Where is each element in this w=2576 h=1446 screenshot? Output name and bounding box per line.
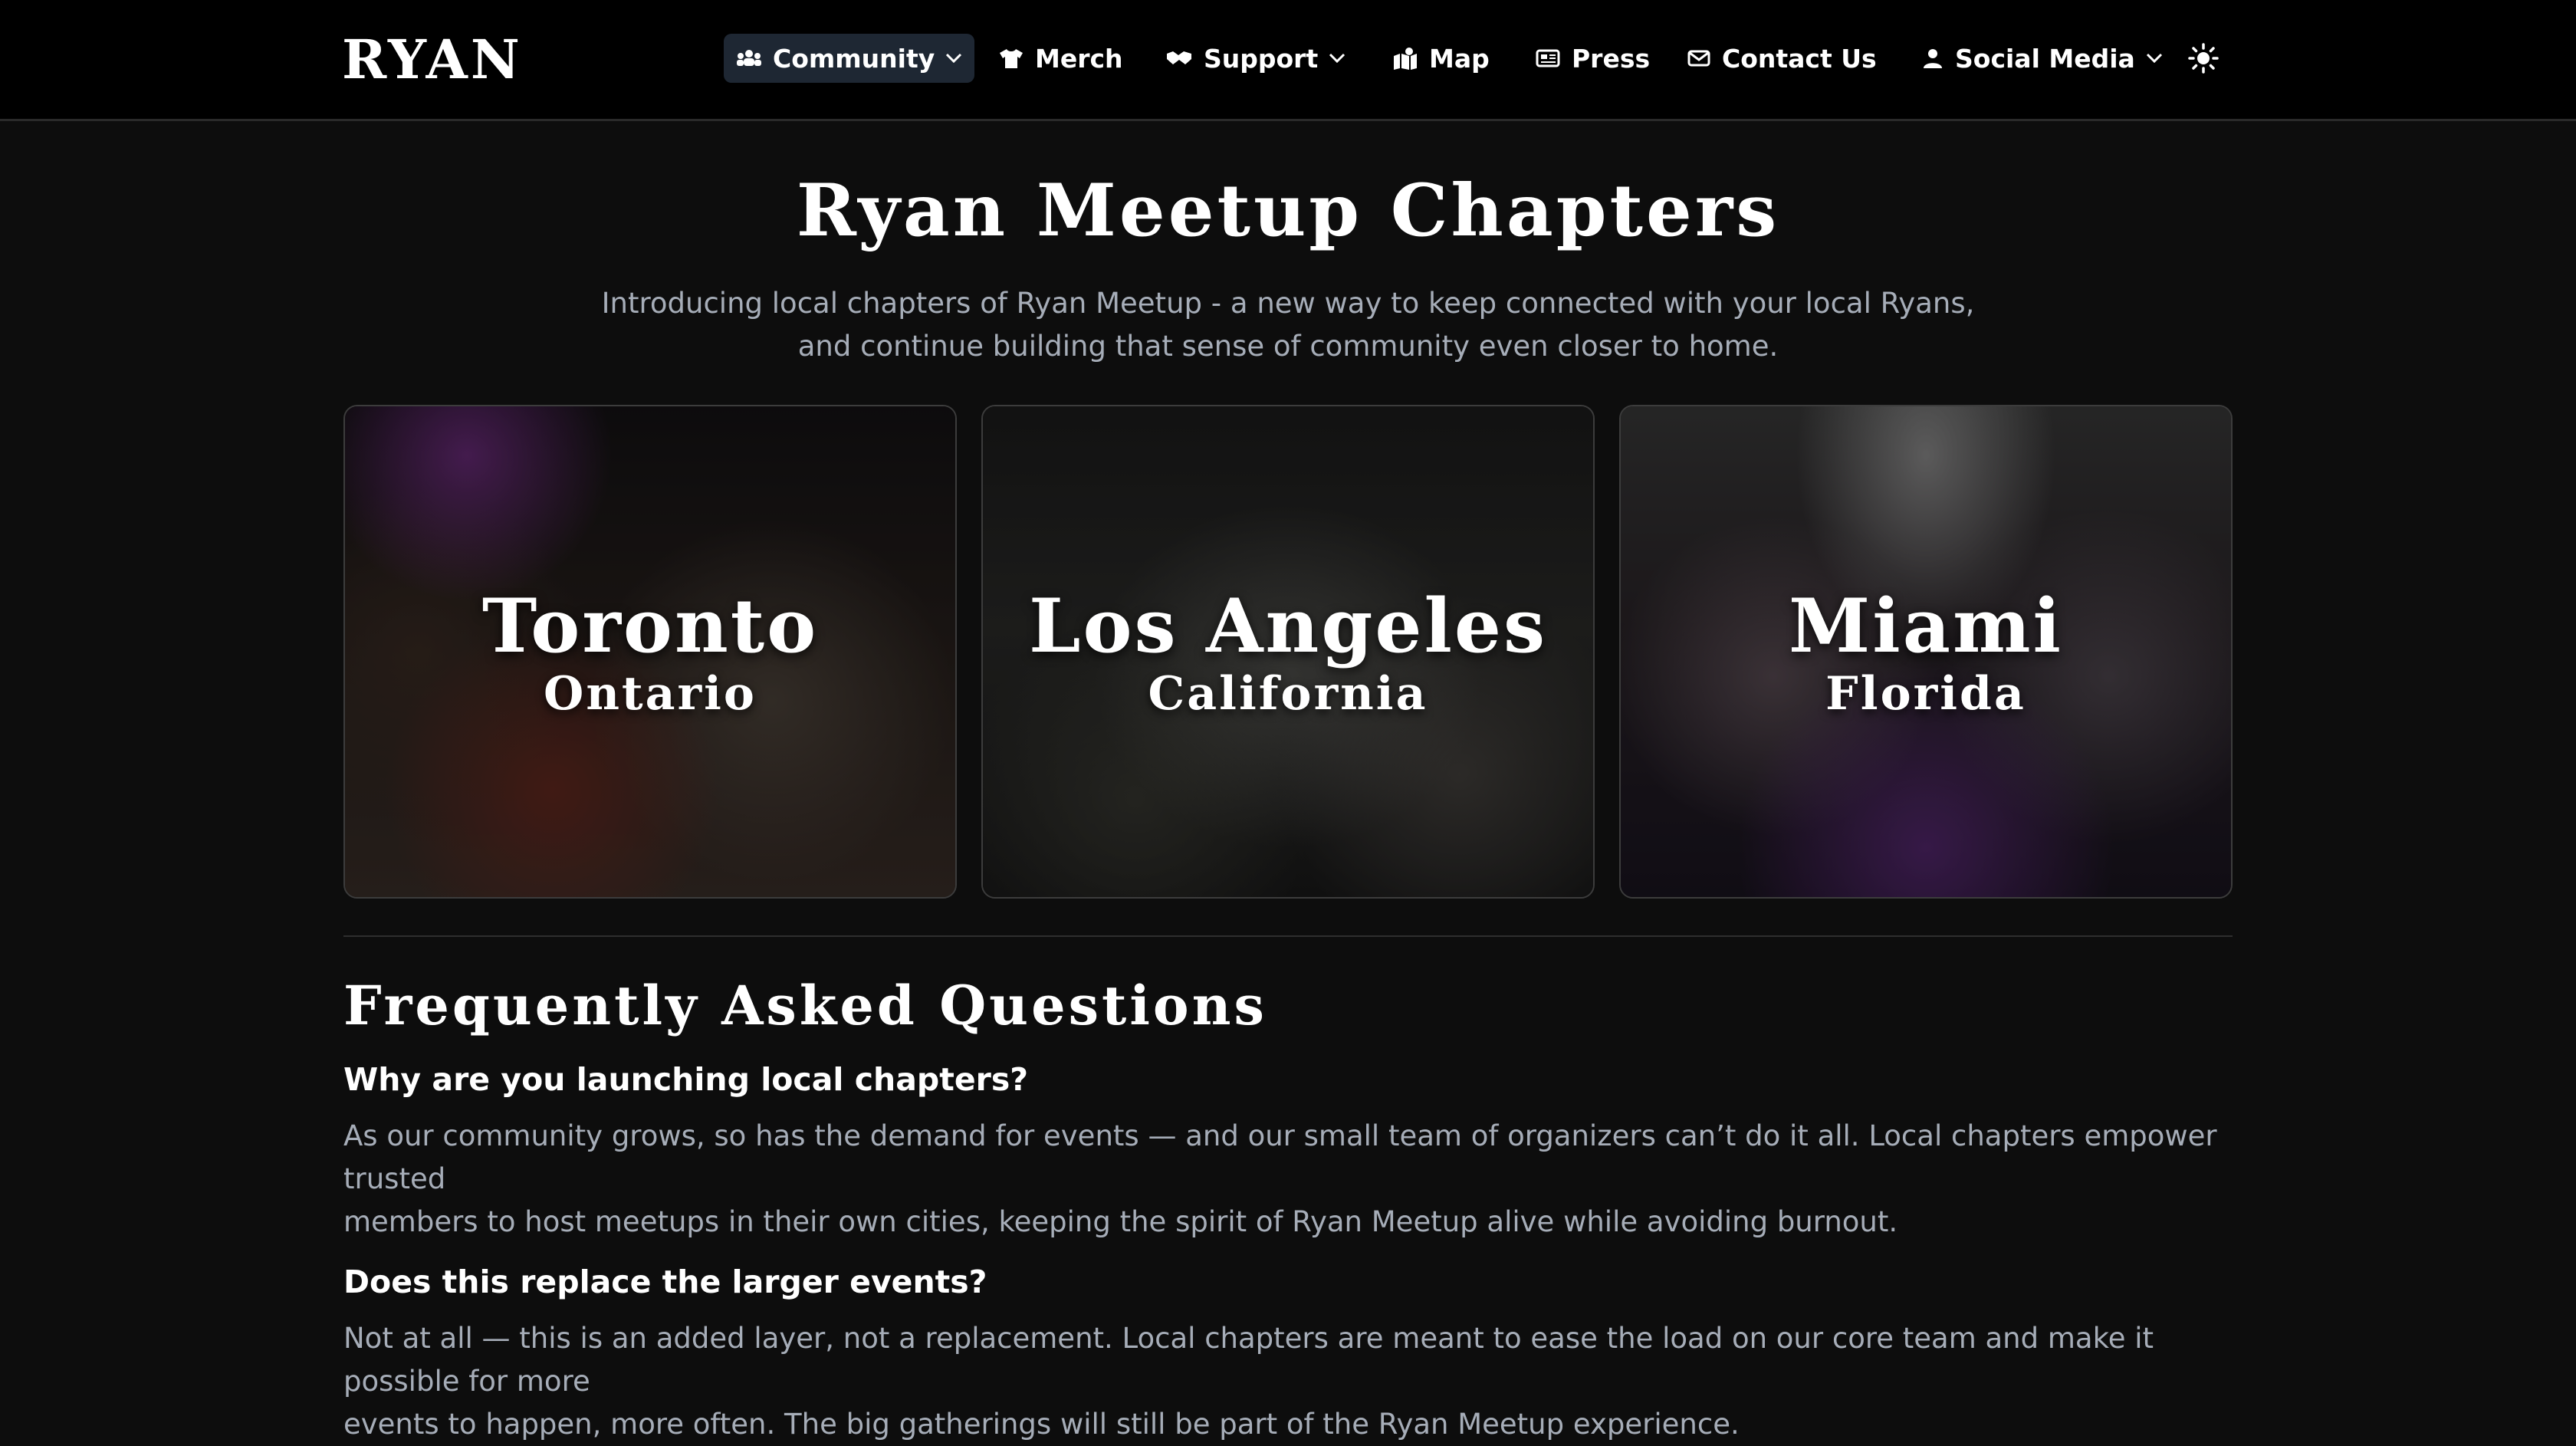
- intro-line: and continue building that sense of comm…: [797, 330, 1779, 363]
- site-logo[interactable]: RYAN: [342, 29, 523, 90]
- chevron-down-icon: [2146, 53, 2162, 64]
- chapter-city: Los Angeles: [1028, 583, 1548, 669]
- faq-answer-line: Not at all — this is an added layer, not…: [343, 1322, 2154, 1398]
- faq-question: Why are you launching local chapters?: [343, 1061, 1029, 1098]
- nav-press-label: Press: [1572, 43, 1651, 74]
- chapter-card-toronto[interactable]: Toronto Ontario: [343, 405, 957, 899]
- chapter-label: Miami Florida: [1621, 583, 2231, 721]
- faq-answer-line: members to host meetups in their own cit…: [343, 1205, 1898, 1238]
- chapter-label: Toronto Ontario: [345, 583, 955, 721]
- nav-map[interactable]: Map: [1380, 34, 1502, 83]
- chevron-down-icon: [946, 53, 962, 64]
- intro-text: Introducing local chapters of Ryan Meetu…: [521, 282, 2055, 368]
- nav-social-media-label: Social Media: [1955, 43, 2135, 74]
- user-icon: [1924, 49, 1942, 68]
- nav-community-label: Community: [773, 43, 935, 74]
- chapter-region: California: [1148, 667, 1428, 721]
- intro-line: Introducing local chapters of Ryan Meetu…: [601, 287, 1975, 320]
- chapter-city: Toronto: [481, 583, 819, 669]
- faq-title: Frequently Asked Questions: [343, 974, 1267, 1037]
- chapter-card-los-angeles[interactable]: Los Angeles California: [981, 405, 1595, 899]
- chapter-label: Los Angeles California: [983, 583, 1593, 721]
- chapter-region: Florida: [1825, 667, 2026, 721]
- faq-answer-line: As our community grows, so has the deman…: [343, 1119, 2217, 1195]
- top-navigation-bar: RYAN Community Merch Support Map Press C…: [0, 0, 2576, 121]
- faq-answer-line: events to happen, more often. The big ga…: [343, 1408, 1740, 1441]
- faq-question: Does this replace the larger events?: [343, 1264, 987, 1300]
- nav-community[interactable]: Community: [724, 34, 975, 83]
- nav-merch[interactable]: Merch: [986, 34, 1135, 83]
- nav-support[interactable]: Support: [1153, 34, 1358, 83]
- nav-support-label: Support: [1204, 43, 1319, 74]
- section-divider: [343, 935, 2233, 937]
- nav-map-label: Map: [1429, 43, 1490, 74]
- newspaper-icon: [1536, 49, 1560, 67]
- map-icon: [1394, 48, 1417, 70]
- faq-answer: Not at all — this is an added layer, not…: [343, 1317, 2245, 1446]
- faq-answer: As our community grows, so has the deman…: [343, 1115, 2245, 1244]
- nav-contact-us-label: Contact Us: [1722, 43, 1877, 74]
- sun-icon: [2188, 43, 2219, 74]
- theme-toggle-button[interactable]: [2187, 41, 2220, 75]
- chapter-card-miami[interactable]: Miami Florida: [1619, 405, 2233, 899]
- nav-social-media[interactable]: Social Media: [1909, 34, 2175, 83]
- people-group-icon: [737, 50, 761, 66]
- chapter-region: Ontario: [544, 667, 757, 721]
- nav-contact-us[interactable]: Contact Us: [1674, 34, 1889, 83]
- tshirt-icon: [1000, 49, 1023, 68]
- page-title: Ryan Meetup Chapters: [796, 169, 1780, 253]
- envelope-icon: [1687, 50, 1710, 67]
- handshake-icon: [1167, 51, 1191, 64]
- chapter-city: Miami: [1789, 583, 2063, 669]
- nav-merch-label: Merch: [1035, 43, 1123, 74]
- nav-press[interactable]: Press: [1523, 34, 1662, 83]
- chevron-down-icon: [1329, 53, 1346, 64]
